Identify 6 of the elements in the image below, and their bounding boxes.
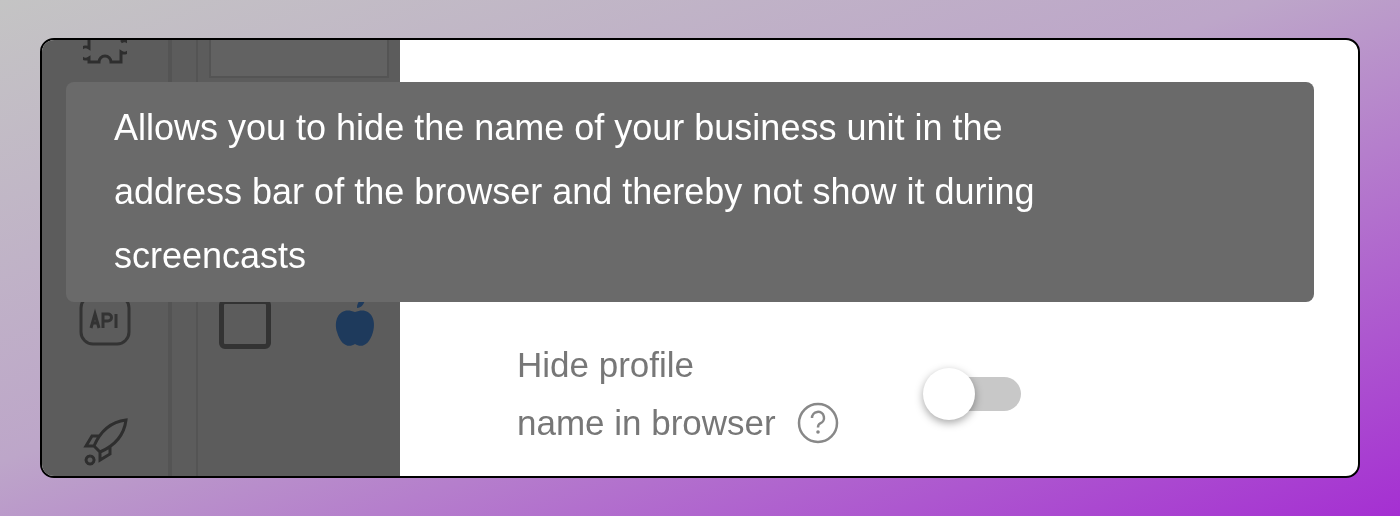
help-icon[interactable] [797, 402, 839, 444]
setting-label: Hide profile name in browser [517, 344, 777, 444]
puzzle-icon [83, 40, 127, 64]
tooltip-text: Allows you to hide the name of your business unit in the address bar of the browser and thereby not show it during screencasts [114, 106, 1036, 278]
rocket-icon [80, 416, 130, 466]
toggle-switch[interactable] [923, 368, 1021, 420]
